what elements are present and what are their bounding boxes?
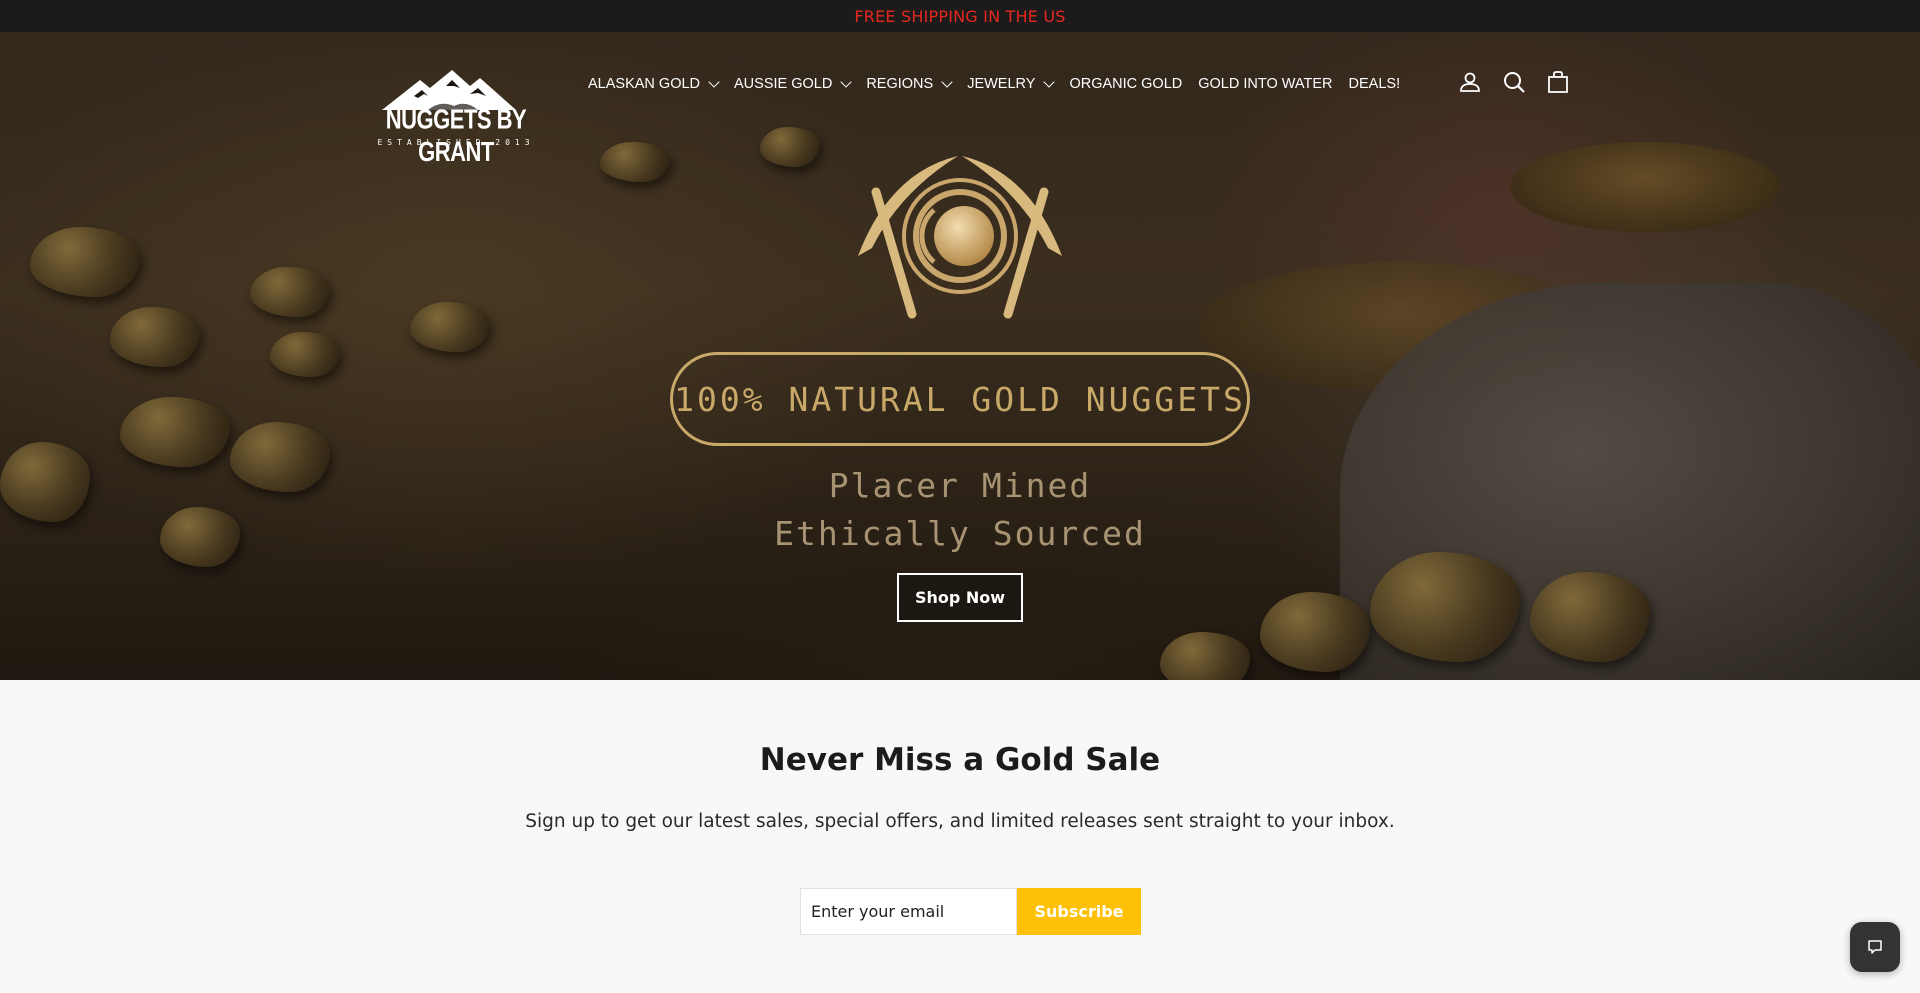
- logo-wordmark: NUGGETS BY GRANT: [385, 103, 527, 168]
- nav-label: ALASKAN GOLD: [588, 76, 701, 92]
- hero-line-placer: Placer Mined: [828, 466, 1092, 505]
- nav-label: ORGANIC GOLD: [1069, 76, 1183, 92]
- nav-label: JEWELRY: [967, 76, 1036, 92]
- search-icon[interactable]: [1502, 70, 1526, 94]
- newsletter-section: Never Miss a Gold Sale Sign up to get ou…: [0, 680, 1920, 993]
- hero-banner: NUGGETS BY GRANT ESTABLISHED-2013 ALASKA…: [0, 32, 1920, 680]
- chevron-down-icon: [708, 76, 720, 88]
- logo-established: ESTABLISHED-2013: [377, 138, 535, 147]
- nav-label: GOLD INTO WATER: [1198, 76, 1333, 92]
- nav-label: AUSSIE GOLD: [734, 76, 833, 92]
- header-icons: [1458, 70, 1570, 94]
- nav-item-regions[interactable]: REGIONS: [866, 76, 953, 92]
- hero-headline-pill: 100% NATURAL GOLD NUGGETS: [670, 352, 1250, 446]
- account-icon[interactable]: [1458, 70, 1482, 94]
- nav-item-alaskan-gold[interactable]: ALASKAN GOLD: [588, 76, 720, 92]
- chevron-down-icon: [941, 76, 953, 88]
- subscribe-button[interactable]: Subscribe: [1017, 888, 1141, 935]
- nav-item-deals[interactable]: DEALS!: [1349, 76, 1401, 92]
- chat-bubble-icon: [1868, 940, 1882, 954]
- hero-line-ethical: Ethically Sourced: [774, 514, 1146, 553]
- newsletter-form: Subscribe: [800, 888, 1141, 935]
- main-nav: ALASKAN GOLD AUSSIE GOLD REGIONS JEWELRY…: [588, 76, 1400, 92]
- chat-widget-button[interactable]: [1850, 922, 1900, 972]
- cart-icon[interactable]: [1546, 70, 1570, 94]
- newsletter-title: Never Miss a Gold Sale: [759, 742, 1161, 778]
- pickaxe-emblem-icon: [858, 156, 1062, 319]
- nav-label: DEALS!: [1348, 76, 1401, 92]
- nav-item-jewelry[interactable]: JEWELRY: [967, 76, 1056, 92]
- chevron-down-icon: [840, 76, 852, 88]
- hero-headline: 100% NATURAL GOLD NUGGETS: [674, 379, 1246, 419]
- announcement-text: FREE SHIPPING IN THE US: [854, 6, 1066, 26]
- nav-item-organic-gold[interactable]: ORGANIC GOLD: [1069, 76, 1182, 92]
- nav-item-aussie-gold[interactable]: AUSSIE GOLD: [734, 76, 852, 92]
- chevron-down-icon: [1043, 76, 1056, 88]
- nav-item-gold-into-water[interactable]: GOLD INTO WATER: [1198, 76, 1332, 92]
- site-logo[interactable]: NUGGETS BY GRANT ESTABLISHED-2013: [368, 66, 544, 167]
- announcement-bar: FREE SHIPPING IN THE US: [0, 0, 1920, 32]
- nav-label: REGIONS: [866, 76, 934, 92]
- newsletter-subtitle: Sign up to get our latest sales, special…: [525, 811, 1395, 832]
- shop-now-button[interactable]: Shop Now: [897, 573, 1023, 622]
- email-field[interactable]: [800, 888, 1017, 935]
